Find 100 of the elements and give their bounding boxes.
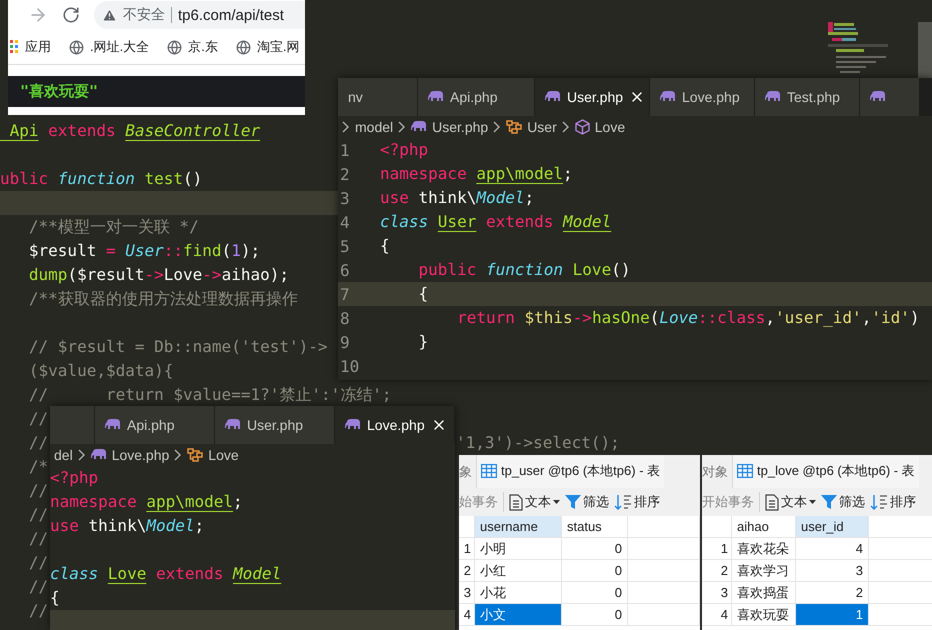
bookmark[interactable]: 淘宝.网 [236,38,300,56]
elephant-icon [105,419,121,431]
breadcrumb-item[interactable]: User.php [432,119,488,135]
code-line: $result = User::find(1); [28,241,260,261]
table-cell[interactable]: 喜欢花朵 [732,538,796,560]
code-line: <?php [50,468,98,488]
table-cell[interactable]: 喜欢学习 [732,560,796,582]
toolbar-button[interactable]: 筛选 [565,493,609,511]
code-line: use think\Model; [50,516,204,536]
line-number: 9 [339,332,351,352]
toolbar-button[interactable]: 排序 [614,493,660,511]
code-line: use think\Model; [380,188,534,208]
toolbar-button[interactable]: 排序 [870,493,916,511]
breadcrumb-item[interactable]: model [355,119,394,135]
editor-tab[interactable]: Love.php [335,406,455,444]
code-line: // $result = Db::name('test')-> [28,337,328,357]
column-header[interactable]: user_id [796,516,869,538]
editor-tab[interactable]: User.php [535,78,650,116]
code-line: class User extends Model [380,212,612,232]
line-number: 5 [339,236,351,256]
table-cell[interactable]: 1 [796,604,869,626]
editor-tab[interactable]: Test.php [755,78,860,116]
elephant-icon [545,91,561,103]
editor-tab[interactable] [860,78,920,116]
apps-grid-icon [10,40,19,54]
column-header[interactable]: username [475,516,562,538]
code-line: // [28,529,48,549]
warning-icon [102,8,117,22]
table-cell[interactable]: 小文 [475,604,562,626]
elephant-icon [411,121,428,133]
line-number: 1 [339,140,351,160]
breadcrumb-item[interactable]: Love [208,447,239,463]
table-cell[interactable]: 喜欢玩耍 [732,604,796,626]
code-line: /**获取器的使用方法处理数据再操作 [28,289,298,309]
breadcrumb-item[interactable]: del [54,447,73,463]
table-cell[interactable]: 3 [796,560,869,582]
class-icon [506,120,522,134]
table-cell[interactable]: 0 [562,604,628,626]
address-bar[interactable]: 不安全 tp6.com/api/test [94,1,305,29]
code-line: } [418,332,428,352]
table-cell[interactable]: 小花 [475,582,562,604]
output-text: "喜欢玩耍" [20,82,98,101]
code-line: namespace app\model; [50,492,243,512]
code-line: // [28,577,48,597]
code-line: /* [28,457,48,477]
code-line: // [28,553,48,573]
breadcrumb-item[interactable]: User [527,119,557,135]
bookmark[interactable]: 京.东 [167,38,218,56]
code-line: ($value,$data){ [28,361,174,381]
reload-icon[interactable] [62,6,80,24]
code-line: <?php [380,140,428,160]
table-cell[interactable]: 0 [562,538,628,560]
column-header[interactable]: aihao [732,516,796,538]
table-cell[interactable]: 小红 [475,560,562,582]
editor-tab[interactable]: Love.php [650,78,755,116]
code-line: { [380,236,390,256]
scrollbar-thumb[interactable] [918,22,932,78]
elephant-icon [660,91,676,103]
line-number: 7 [339,284,351,304]
bookmark[interactable]: 应用 [10,38,51,56]
table-tab[interactable]: tp_love @tp6 (本地tp6) - 表 [733,455,919,488]
editor-tab[interactable]: Api.php [95,406,215,444]
table-icon [481,464,497,478]
table-cell[interactable]: 0 [562,582,628,604]
code-line: { [418,284,428,304]
elephant-icon [870,91,886,103]
row-number: 1 [702,538,732,560]
table-cell[interactable]: 小明 [475,538,562,560]
table-icon [737,464,753,478]
row-number: 3 [702,582,732,604]
editor-tab[interactable]: nv [338,78,418,116]
column-header[interactable]: status [562,516,628,538]
elephant-icon [345,419,361,431]
toolbar-button[interactable]: 文本 [509,493,560,511]
globe-icon [236,40,251,54]
editor-tab[interactable]: Api.php [418,78,535,116]
security-label: 不安全 [123,6,165,24]
chevron-icon [342,121,350,133]
funnel-icon [821,494,837,510]
breadcrumb-item[interactable]: Love [594,119,626,135]
elephant-icon [765,91,781,103]
code-line: // return $value==1?'禁止':'冻结'; [28,385,392,405]
table-cell[interactable]: 2 [796,582,869,604]
code-line: /**模型一对一关联 */ [28,217,199,237]
breadcrumb-item[interactable]: Love.php [112,447,170,463]
line-number: 2 [339,164,351,184]
table-cell[interactable]: 喜欢捣蛋 [732,582,796,604]
toolbar-button[interactable]: 筛选 [821,493,865,511]
sort-icon [614,494,632,510]
table-tab[interactable]: tp_user @tp6 (本地tp6) - 表 [477,455,664,488]
editor-tab[interactable]: User.php [215,406,335,444]
chevron-icon [562,121,570,133]
table-cell[interactable]: 4 [796,538,869,560]
table-cell[interactable]: 0 [562,560,628,582]
toolbar-button[interactable]: 文本 [765,493,816,511]
code-line: // [28,409,48,429]
chevron-icon [493,121,502,133]
globe-icon [69,40,84,54]
document-icon [509,494,523,510]
bookmark[interactable]: .网址.大全 [69,38,150,56]
